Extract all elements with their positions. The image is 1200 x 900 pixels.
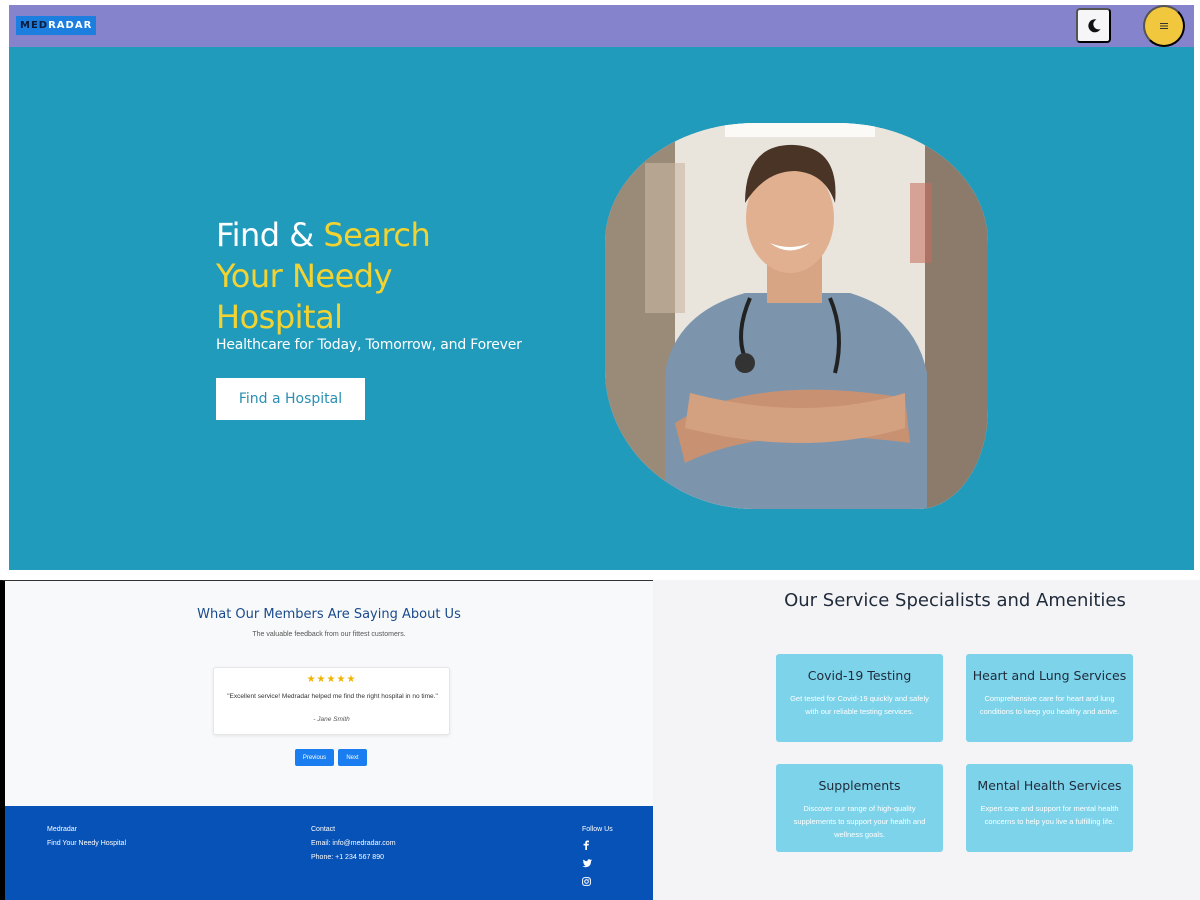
footer-brand: Medradar bbox=[47, 826, 77, 833]
hero-title: Find & Search Your Needy Hospital bbox=[216, 215, 536, 338]
hero-screenshot: MEDRADAR Find & Search Your Needy Hospit… bbox=[0, 0, 1200, 576]
hero-section: Find & Search Your Needy Hospital Health… bbox=[9, 47, 1194, 570]
menu-button[interactable] bbox=[1143, 5, 1185, 47]
hero-title-highlight: Hospital bbox=[216, 298, 343, 336]
testimonials-heading: What Our Members Are Saying About Us bbox=[197, 607, 461, 622]
doctor-photo bbox=[605, 123, 988, 509]
service-card-mental-health[interactable]: Mental Health Services Expert care and s… bbox=[966, 764, 1133, 852]
service-title: Mental Health Services bbox=[977, 778, 1122, 793]
logo-part-med: MED bbox=[20, 20, 49, 31]
testimonials-subheading: The valuable feedback from our fittest c… bbox=[252, 631, 406, 638]
doctor-illustration bbox=[605, 123, 988, 509]
social-links bbox=[582, 840, 613, 886]
service-title: Supplements bbox=[818, 778, 901, 793]
service-card-covid-testing[interactable]: Covid-19 Testing Get tested for Covid-19… bbox=[776, 654, 943, 742]
instagram-icon[interactable] bbox=[582, 877, 591, 886]
menu-icon bbox=[1160, 23, 1168, 29]
testimonial-card: ★★★★★ "Excellent service! Medradar helpe… bbox=[213, 667, 450, 735]
moon-icon bbox=[1087, 18, 1100, 32]
testimonial-author: - Jane Smith bbox=[313, 716, 350, 723]
star-rating: ★★★★★ bbox=[306, 674, 357, 685]
footer-tagline: Find Your Needy Hospital bbox=[47, 840, 126, 847]
footer: Medradar Find Your Needy Hospital Contac… bbox=[5, 806, 653, 900]
service-description: Expert care and support for mental healt… bbox=[980, 804, 1119, 826]
service-description: Comprehensive care for heart and lung co… bbox=[979, 694, 1120, 716]
footer-follow-heading: Follow Us bbox=[582, 826, 613, 833]
footer-email[interactable]: Email: info@medradar.com bbox=[311, 837, 396, 851]
hero-title-highlight: Search bbox=[323, 216, 431, 254]
service-card-heart-lung[interactable]: Heart and Lung Services Comprehensive ca… bbox=[966, 654, 1133, 742]
next-button[interactable]: Next bbox=[338, 749, 367, 766]
hero-title-highlight: Your Needy bbox=[216, 257, 393, 295]
facebook-icon[interactable] bbox=[582, 840, 590, 850]
service-description: Get tested for Covid-19 quickly and safe… bbox=[790, 694, 929, 716]
footer-brand-column: Medradar Find Your Needy Hospital bbox=[47, 823, 126, 851]
services-heading: Our Service Specialists and Amenities bbox=[784, 590, 1126, 611]
find-hospital-button[interactable]: Find a Hospital bbox=[216, 378, 365, 420]
service-title: Covid-19 Testing bbox=[807, 668, 912, 683]
hero-title-plain: Find & bbox=[216, 216, 324, 254]
service-title: Heart and Lung Services bbox=[972, 668, 1127, 683]
navbar: MEDRADAR bbox=[9, 5, 1194, 47]
hero-subtitle: Healthcare for Today, Tomorrow, and Fore… bbox=[216, 337, 522, 353]
logo-part-radar: RADAR bbox=[48, 20, 93, 31]
service-card-supplements[interactable]: Supplements Discover our range of high-q… bbox=[776, 764, 943, 852]
footer-contact-column: Contact Email: info@medradar.com Phone: … bbox=[311, 823, 396, 865]
twitter-icon[interactable] bbox=[582, 859, 592, 868]
testimonial-quote: "Excellent service! Medradar helped me f… bbox=[227, 693, 438, 700]
logo[interactable]: MEDRADAR bbox=[16, 16, 97, 35]
footer-phone: Phone: +1 234 567 890 bbox=[311, 854, 384, 861]
footer-contact-heading: Contact bbox=[311, 826, 336, 833]
testimonials-screenshot: What Our Members Are Saying About Us The… bbox=[0, 580, 653, 900]
service-description: Discover our range of high-quality suppl… bbox=[793, 804, 926, 839]
previous-button[interactable]: Previous bbox=[295, 749, 334, 766]
theme-toggle-button[interactable] bbox=[1076, 8, 1111, 43]
footer-social-column: Follow Us bbox=[582, 823, 613, 886]
services-screenshot: Our Service Specialists and Amenities Co… bbox=[653, 580, 1200, 900]
